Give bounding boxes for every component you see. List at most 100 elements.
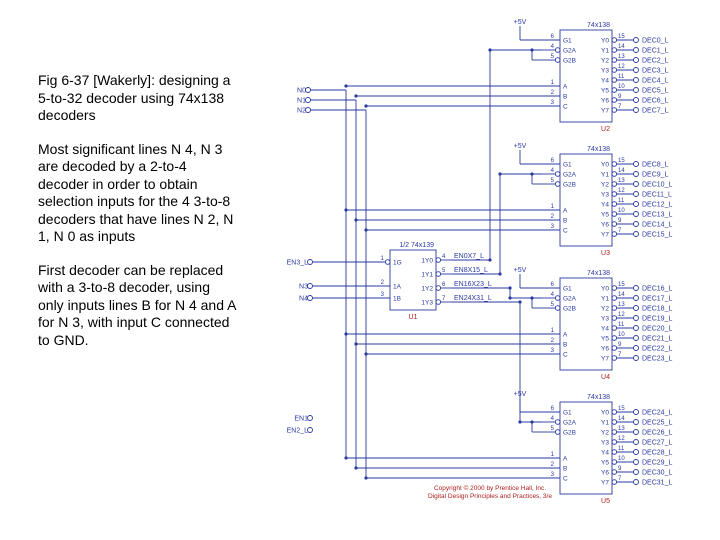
svg-text:9: 9 [618,342,622,348]
svg-text:Y2: Y2 [601,306,609,313]
svg-text:11: 11 [618,322,625,328]
svg-text:5: 5 [442,268,446,274]
svg-text:U4: U4 [601,374,610,381]
svg-text:DEC2_L: DEC2_L [642,58,669,65]
svg-text:DEC25_L: DEC25_L [642,420,672,427]
svg-text:7: 7 [618,476,622,482]
svg-text:Y0: Y0 [601,38,609,45]
svg-text:Y4: Y4 [601,450,609,457]
svg-text:13: 13 [618,54,625,60]
explanatory-text: Fig 6-37 [Wakerly]: designing a 5-to-32 … [38,72,238,365]
svg-text:DEC26_L: DEC26_L [642,430,672,437]
svg-text:+5V: +5V [514,19,527,26]
svg-text:2: 2 [551,214,555,220]
svg-text:Y6: Y6 [601,346,609,353]
svg-text:1Y3: 1Y3 [421,300,433,307]
svg-text:N3: N3 [299,284,308,291]
svg-text:2: 2 [381,280,385,286]
svg-text:DEC20_L: DEC20_L [642,326,672,333]
svg-text:C: C [563,228,568,235]
svg-text:DEC29_L: DEC29_L [642,460,672,467]
svg-text:DEC18_L: DEC18_L [642,306,672,313]
svg-text:6: 6 [551,406,555,412]
svg-text:Y4: Y4 [601,326,609,333]
svg-text:DEC13_L: DEC13_L [642,212,672,219]
svg-text:A: A [563,208,568,215]
svg-text:N2: N2 [297,108,306,115]
svg-text:U1: U1 [409,314,418,321]
svg-text:2: 2 [551,90,555,96]
svg-text:+5V: +5V [514,143,527,150]
svg-text:+5V: +5V [514,267,527,274]
svg-text:4: 4 [551,168,555,174]
svg-text:3: 3 [381,292,385,298]
svg-text:Y3: Y3 [601,440,609,447]
svg-text:DEC9_L: DEC9_L [642,172,669,179]
svg-text:6: 6 [442,282,446,288]
svg-text:EN24X31_L: EN24X31_L [454,295,492,302]
svg-text:1/2 74x139: 1/2 74x139 [399,242,434,249]
svg-text:Y2: Y2 [601,182,609,189]
svg-text:9: 9 [618,466,622,472]
svg-text:B: B [563,218,567,225]
svg-text:EN16X23_L: EN16X23_L [454,281,492,288]
svg-text:12: 12 [618,188,625,194]
svg-text:C: C [563,476,568,483]
svg-text:Y5: Y5 [601,336,609,343]
svg-text:DEC17_L: DEC17_L [642,296,672,303]
svg-text:1Y1: 1Y1 [421,272,433,279]
svg-text:Y3: Y3 [601,192,609,199]
svg-text:9: 9 [618,94,622,100]
svg-text:Y2: Y2 [601,58,609,65]
svg-text:DEC5_L: DEC5_L [642,88,669,95]
svg-text:Y3: Y3 [601,316,609,323]
svg-text:Y3: Y3 [601,68,609,75]
svg-text:5: 5 [551,54,555,60]
svg-text:G2A: G2A [563,296,577,303]
svg-text:C: C [563,352,568,359]
svg-text:74x138: 74x138 [587,270,610,277]
svg-text:A: A [563,456,568,463]
svg-text:EN8X15_L: EN8X15_L [454,267,488,274]
svg-text:DEC28_L: DEC28_L [642,450,672,457]
svg-text:1: 1 [551,452,555,458]
svg-text:1Y0: 1Y0 [421,258,433,265]
svg-text:EN1: EN1 [294,416,308,423]
svg-text:10: 10 [618,456,625,462]
svg-text:DEC24_L: DEC24_L [642,410,672,417]
svg-text:EN0X7_L: EN0X7_L [454,253,484,260]
svg-text:G2A: G2A [563,420,577,427]
svg-text:U2: U2 [601,126,610,133]
svg-text:Y1: Y1 [601,420,609,427]
decoder-diagram: N0N1N21/2 74x13911G21A31BEN3_LN3N441Y0EN… [260,0,720,540]
svg-text:11: 11 [618,446,625,452]
svg-text:B: B [563,94,567,101]
svg-text:Y7: Y7 [601,480,609,487]
svg-text:7: 7 [618,352,622,358]
svg-text:3: 3 [551,472,555,478]
svg-text:Y1: Y1 [601,172,609,179]
svg-text:A: A [563,332,568,339]
svg-text:12: 12 [618,436,625,442]
svg-text:74x138: 74x138 [587,394,610,401]
svg-text:DEC30_L: DEC30_L [642,470,672,477]
svg-text:EN3_L: EN3_L [287,260,309,267]
svg-text:14: 14 [618,292,625,298]
svg-text:Copyright © 2000 by Prentice H: Copyright © 2000 by Prentice Hall, Inc. [434,484,546,492]
svg-text:G1: G1 [563,38,572,45]
svg-text:2: 2 [551,338,555,344]
paragraph-1: Fig 6-37 [Wakerly]: designing a 5-to-32 … [38,72,238,125]
svg-text:DEC15_L: DEC15_L [642,232,672,239]
svg-text:EN2_L: EN2_L [287,428,309,435]
svg-text:Y7: Y7 [601,232,609,239]
svg-text:DEC3_L: DEC3_L [642,68,669,75]
svg-text:Y4: Y4 [601,202,609,209]
svg-text:Y5: Y5 [601,212,609,219]
paragraph-3: First decoder can be replaced with a 3-t… [38,262,238,350]
svg-text:13: 13 [618,426,625,432]
svg-text:DEC31_L: DEC31_L [642,480,672,487]
svg-text:U5: U5 [601,498,610,505]
svg-text:3: 3 [551,348,555,354]
svg-text:DEC10_L: DEC10_L [642,182,672,189]
svg-text:4: 4 [551,292,555,298]
